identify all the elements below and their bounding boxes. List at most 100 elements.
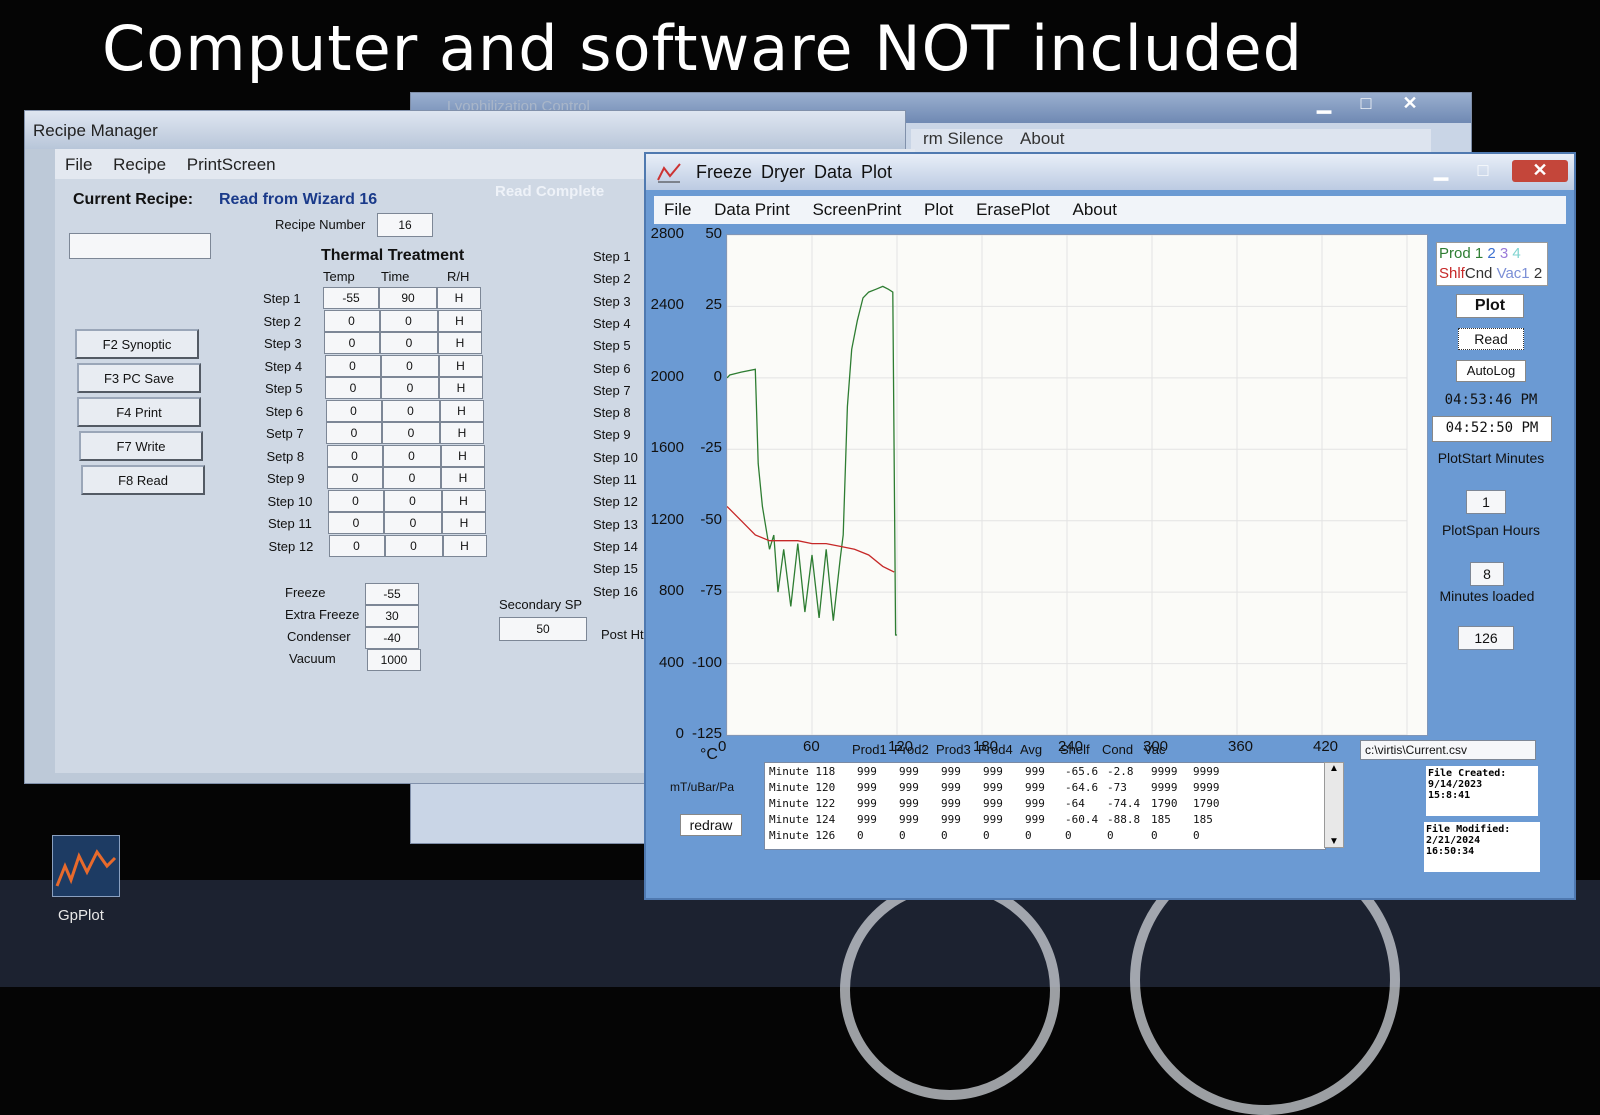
param-field-vacuum[interactable]: 1000 (367, 649, 421, 671)
table-row[interactable]: Minute 126 0 0 0 0 0 0 0 0 0 (765, 827, 1325, 843)
table-header-cell: Vac (1144, 742, 1166, 757)
scroll-up-icon[interactable]: ▲ (1325, 763, 1343, 774)
secondary-sp-field[interactable]: 50 (499, 617, 587, 641)
table-cell: 999 (857, 765, 877, 778)
close-icon[interactable]: ✕ (1389, 93, 1431, 115)
table-row[interactable]: Minute 120 999 999 999 999 999 -64.6 -73 9999 999… (765, 779, 1325, 795)
param-field-freeze[interactable]: -55 (365, 583, 419, 605)
redraw-button[interactable]: redraw (680, 814, 742, 836)
plot-span-field[interactable]: 8 (1470, 562, 1504, 586)
step-temp-field[interactable]: 0 (324, 354, 381, 377)
legend-prod-label: Prod (1439, 245, 1471, 262)
menu-plot[interactable]: Plot (924, 200, 953, 220)
f7-write-button[interactable]: F7 Write (79, 431, 203, 461)
step-time-field[interactable]: 0 (384, 512, 442, 534)
table-row[interactable]: Minute 122 999 999 999 999 999 -64 -74.4 1790 179… (765, 795, 1325, 811)
menu-file[interactable]: File (664, 200, 691, 220)
menu-file[interactable]: File (65, 155, 92, 175)
gpplot-icon[interactable] (52, 835, 120, 897)
menu-about[interactable]: About (1020, 129, 1064, 148)
step-rh-field[interactable]: H (440, 422, 484, 444)
step-rh-field[interactable]: H (439, 377, 483, 399)
step-time-field[interactable]: 0 (382, 444, 441, 467)
menu-data-print[interactable]: Data Print (714, 200, 790, 220)
plot-button[interactable]: Plot (1456, 294, 1524, 318)
step-temp-field[interactable]: 0 (325, 377, 381, 399)
step-rh-field[interactable]: H (438, 332, 482, 354)
table-cell: 0 (1151, 829, 1158, 842)
step-rh-field[interactable]: H (440, 444, 485, 467)
step-time-field[interactable]: 0 (380, 354, 439, 377)
read-button[interactable]: Read (1458, 328, 1524, 350)
table-cell: -2.8 (1107, 765, 1134, 778)
close-icon[interactable]: ✕ (1512, 160, 1568, 182)
step-temp-field[interactable]: 0 (328, 534, 385, 557)
param-field-extra-freeze[interactable]: 30 (365, 605, 419, 627)
step-rh-field[interactable]: H (441, 489, 486, 512)
menu-about[interactable]: About (1073, 200, 1117, 220)
step-temp-field[interactable]: 0 (328, 512, 384, 534)
scroll-down-icon[interactable]: ▼ (1325, 836, 1343, 847)
f3-pc-save-button[interactable]: F3 PC Save (77, 363, 201, 393)
plot-menu-bar: File Data Print ScreenPrint Plot ErasePl… (654, 196, 1566, 224)
menu-screenprint[interactable]: ScreenPrint (812, 200, 901, 220)
recipe-name-field[interactable] (69, 233, 211, 259)
step-rh-field[interactable]: H (442, 534, 487, 557)
step-time-field[interactable]: 0 (383, 467, 441, 489)
step-time-field[interactable]: 0 (383, 489, 442, 512)
menu-printscreen[interactable]: PrintScreen (187, 155, 276, 175)
step-time-field[interactable]: 0 (379, 309, 438, 332)
step-temp-field[interactable]: 0 (324, 332, 380, 354)
param-field-condenser[interactable]: -40 (365, 627, 419, 649)
step-temp-field[interactable]: 0 (327, 489, 384, 512)
menu-alarm-silence[interactable]: rm Silence (923, 129, 1003, 148)
step-rh-field[interactable]: H (437, 309, 482, 332)
table-row[interactable]: Minute 118 999 999 999 999 999 -65.6 -2.8 9999 99… (765, 763, 1325, 779)
f4-print-button[interactable]: F4 Print (77, 397, 201, 427)
table-cell: -88.8 (1107, 813, 1141, 826)
plot-legend: Prod 1 2 3 4 ShlfCnd Vac1 2 (1436, 242, 1548, 286)
table-cell: 0 (1193, 829, 1200, 842)
step-time-field[interactable]: 0 (381, 399, 440, 422)
table-cell: 999 (857, 797, 877, 810)
file-modified-date: 2/21/2024 (1426, 835, 1481, 846)
step-rh-field[interactable]: H (438, 354, 483, 377)
param-label-vacuum: Vacuum (289, 651, 336, 666)
step-time-field[interactable]: 0 (380, 332, 438, 354)
step-rh-field[interactable]: H (442, 512, 486, 534)
maximize-icon[interactable]: □ (1462, 160, 1504, 182)
step-temp-field[interactable]: 0 (323, 309, 380, 332)
data-table[interactable]: Minute 118 999 999 999 999 999 -65.6 -2.8 9999 99… (764, 762, 1326, 850)
menu-eraseplot[interactable]: ErasePlot (976, 200, 1050, 220)
step-temp-field[interactable]: 0 (327, 467, 383, 489)
step-time-field[interactable]: 0 (382, 422, 440, 444)
f2-synoptic-button[interactable]: F2 Synoptic (75, 329, 199, 359)
step-temp-field[interactable]: 0 (326, 422, 382, 444)
maximize-icon[interactable]: □ (1345, 93, 1387, 115)
step-rh-field[interactable]: H (441, 467, 485, 489)
post-ht-label: Post Ht (601, 627, 644, 642)
step-temp-field[interactable]: 0 (325, 399, 382, 422)
table-cell: 999 (983, 797, 1003, 810)
current-time-text: 04:53:46 PM (1444, 392, 1538, 408)
recipe-number-field[interactable]: 16 (377, 213, 433, 237)
file-path-field[interactable]: c:\virtis\Current.csv (1360, 740, 1536, 760)
minimize-icon[interactable]: ▁ (1303, 93, 1345, 115)
step-rh-field[interactable]: H (439, 399, 484, 422)
menu-recipe[interactable]: Recipe (113, 155, 166, 175)
legend-prod-1: 1 (1474, 245, 1484, 262)
plot-start-field[interactable]: 1 (1466, 490, 1506, 514)
f8-read-button[interactable]: F8 Read (81, 465, 205, 495)
autolog-button[interactable]: AutoLog (1456, 360, 1526, 382)
table-row[interactable]: Minute 124 999 999 999 999 999 -60.4 -88.8 185 18… (765, 811, 1325, 827)
plot-area[interactable] (726, 234, 1428, 736)
step-time-field[interactable]: 90 (379, 287, 437, 309)
freeze-dryer-data-plot-window: Freeze Dryer Data Plot ▁ □ ✕ File Data P… (644, 152, 1576, 900)
step-time-field[interactable]: 0 (384, 534, 443, 557)
step-rh-field[interactable]: H (437, 287, 481, 309)
step-time-field[interactable]: 0 (381, 377, 439, 399)
data-table-scrollbar[interactable]: ▲ ▼ (1324, 762, 1344, 848)
step-temp-field[interactable]: -55 (323, 287, 379, 309)
minimize-icon[interactable]: ▁ (1420, 160, 1462, 182)
step-temp-field[interactable]: 0 (326, 444, 383, 467)
